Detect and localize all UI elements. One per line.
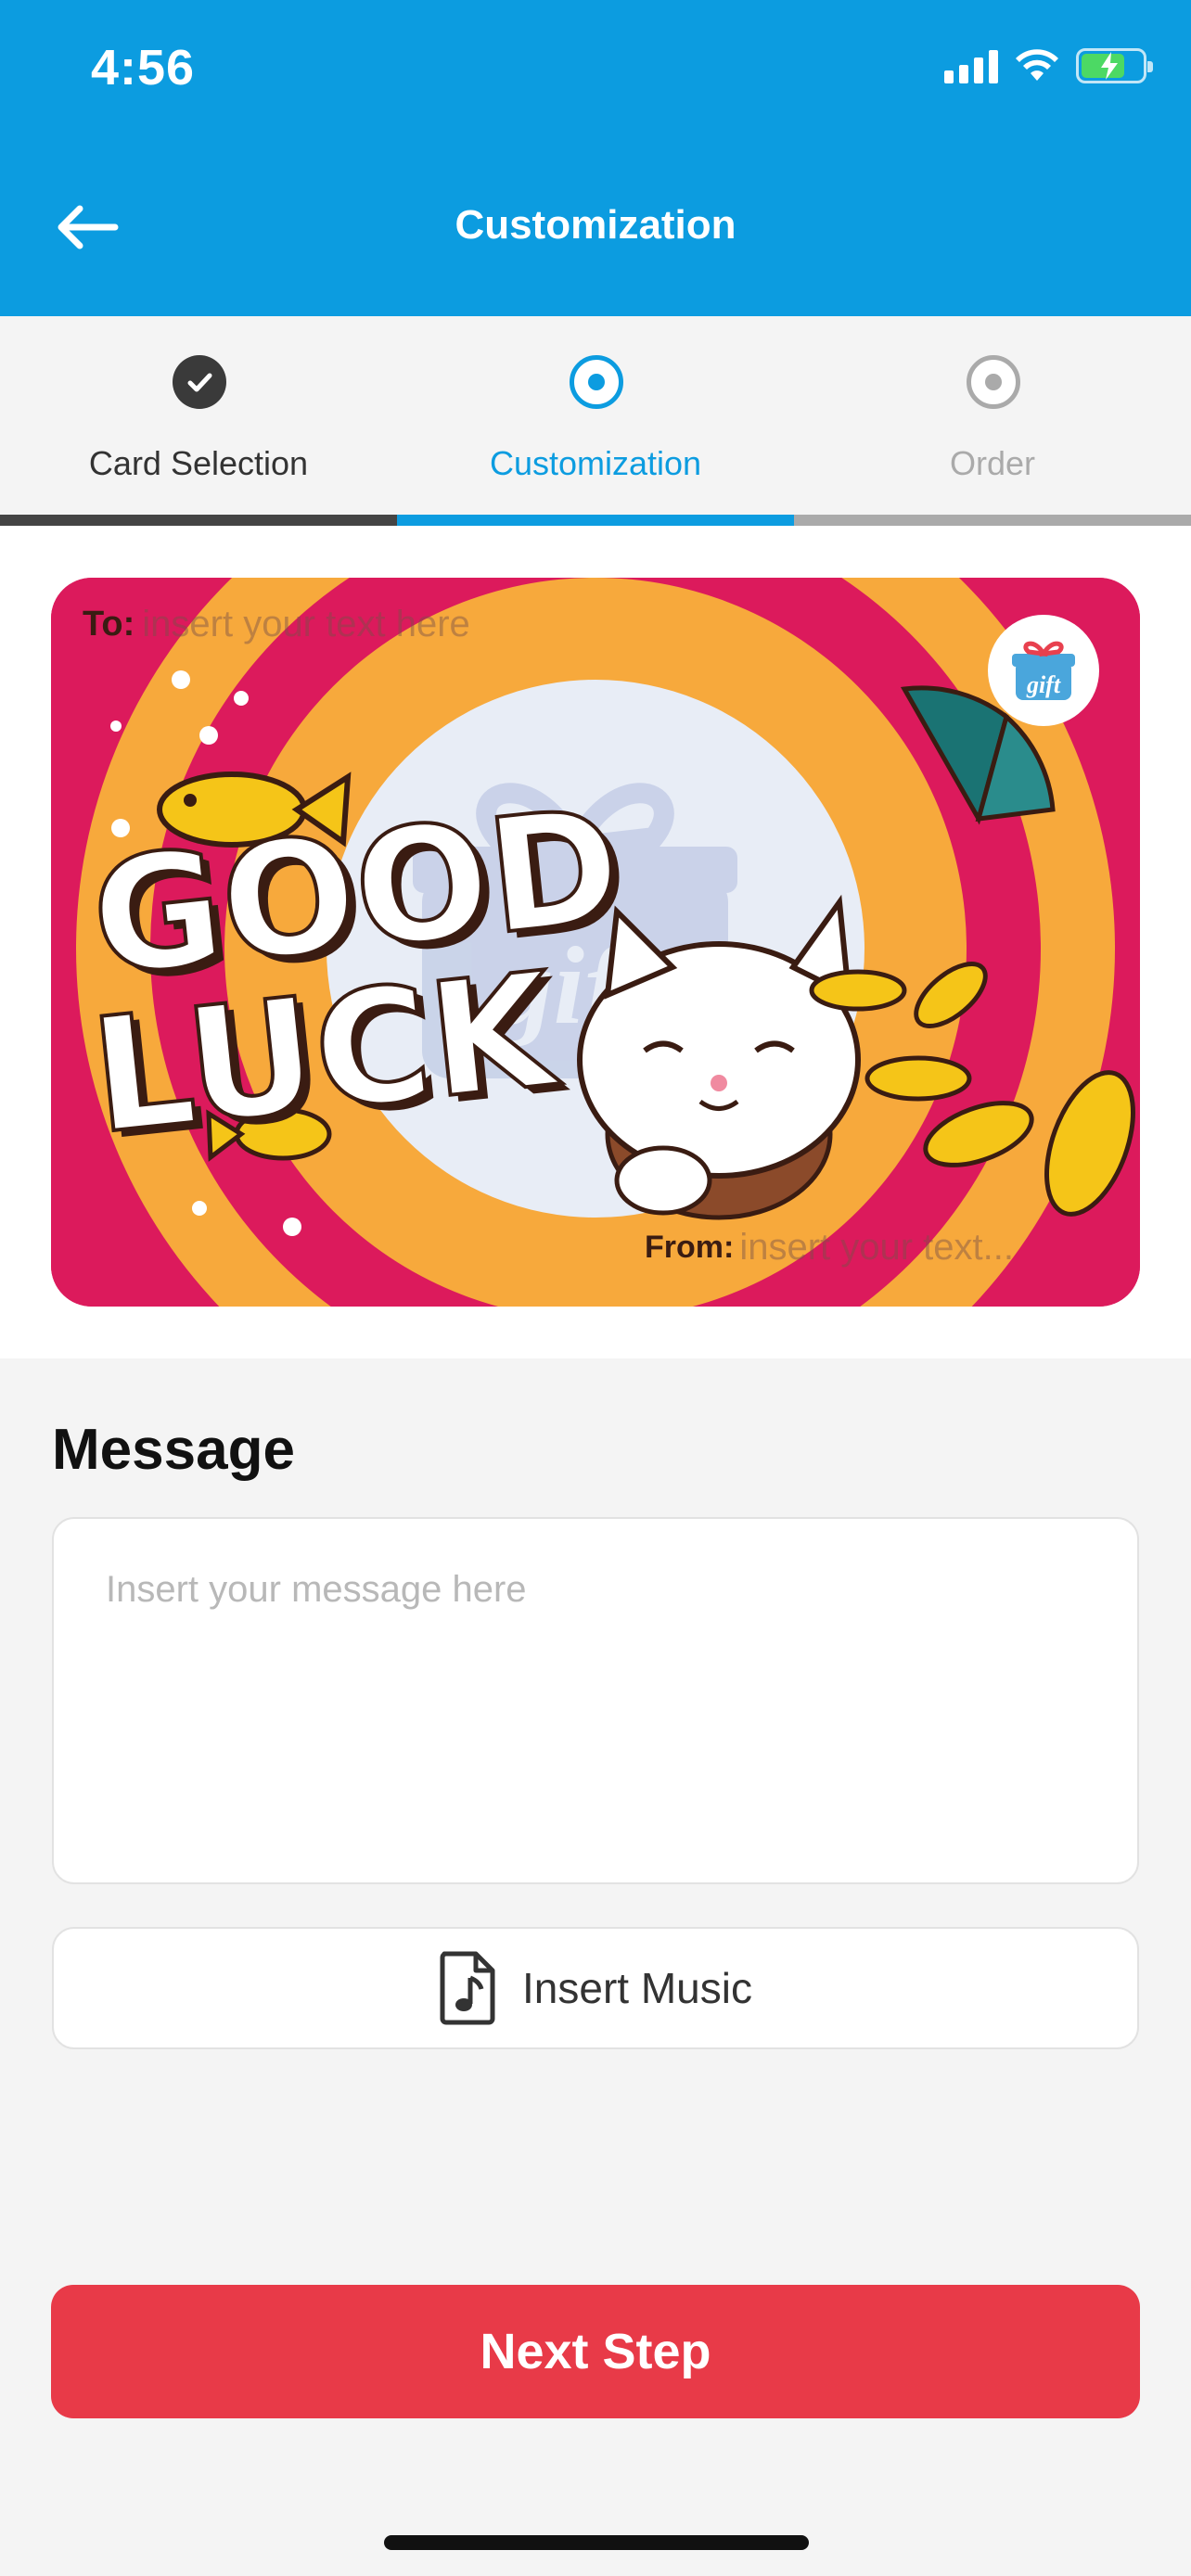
lucky-cat-illustration [577,894,861,1220]
step-label: Card Selection [88,444,309,482]
gift-card-preview: gift GOOD GOOD LUCK LUCK To: insert your… [51,578,1140,1307]
to-input[interactable] [142,604,625,645]
message-heading: Message [52,1418,295,1482]
battery-charging-icon [1076,48,1153,83]
cellular-signal-icon [944,48,998,83]
step-order[interactable]: Order [794,316,1191,526]
page-title: Customization [455,202,736,248]
app-header: 4:56 Customization [0,0,1191,316]
to-label: To: [83,605,135,644]
status-icons [944,48,1153,83]
step-progress-bar [794,515,1191,526]
music-file-icon [440,1951,495,2025]
step-label: Customization [489,444,702,482]
wifi-icon [1016,49,1058,81]
message-input[interactable] [54,1519,1137,1882]
message-box [52,1517,1139,1884]
radio-active-icon [570,355,623,409]
gift-badge-icon: gift [988,615,1099,726]
step-label: Order [949,444,1036,482]
step-card-selection[interactable]: Card Selection [0,316,397,526]
progress-stepper: Card Selection Customization Order [0,316,1191,526]
from-label: From: [645,1230,735,1265]
check-circle-icon [173,355,226,409]
step-progress-bar [397,515,794,526]
insert-music-button[interactable]: Insert Music [52,1927,1139,2049]
from-field: From: [645,1227,1093,1269]
insert-music-label: Insert Music [522,1964,752,2012]
radio-inactive-icon [967,355,1020,409]
step-customization[interactable]: Customization [397,316,794,526]
next-step-button[interactable]: Next Step [51,2285,1140,2418]
step-progress-bar [0,515,397,526]
card-preview-section: gift GOOD GOOD LUCK LUCK To: insert your… [0,526,1191,1358]
home-indicator [384,2535,809,2550]
svg-text:gift: gift [1026,671,1061,698]
card-artwork: gift GOOD GOOD LUCK LUCK [51,578,1140,1307]
to-field: To: [83,604,625,645]
next-step-label: Next Step [480,2324,711,2379]
from-input[interactable] [739,1227,1093,1269]
status-time: 4:56 [91,40,196,96]
